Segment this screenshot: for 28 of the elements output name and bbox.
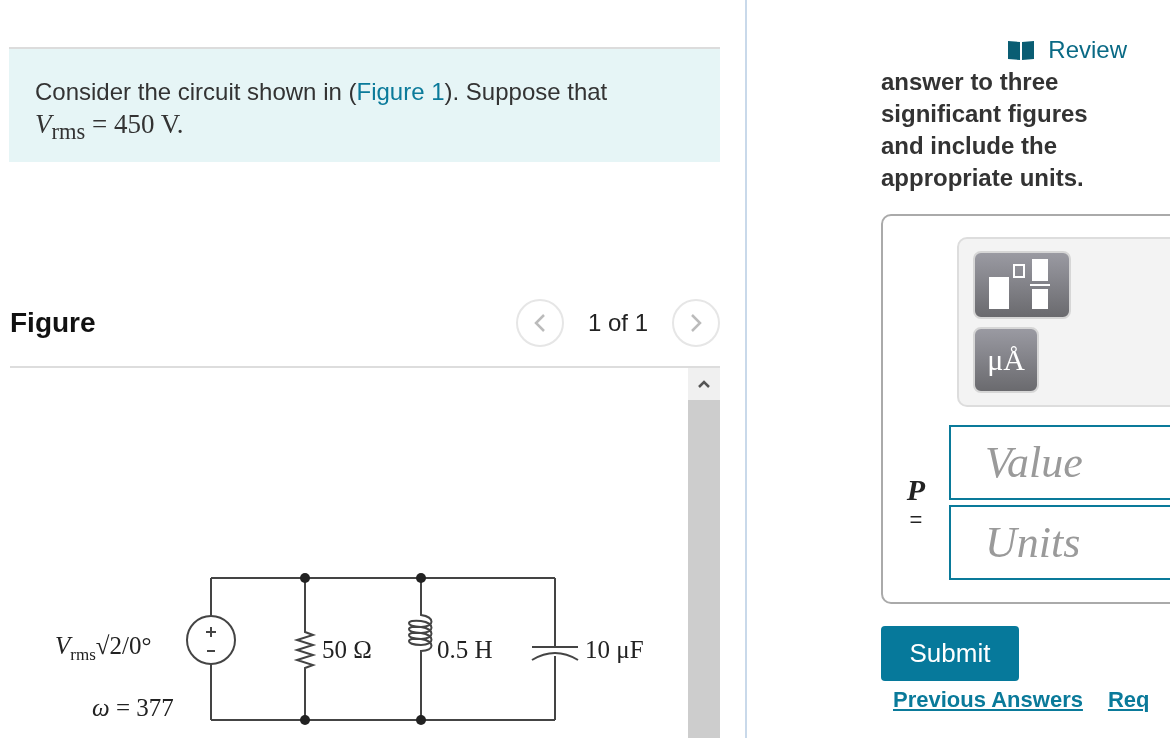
circuit-label: V$_{rms}$√2/0°: [55, 632, 152, 665]
circuit-label: 10 μF: [585, 636, 644, 664]
chevron-left-icon: [533, 313, 546, 333]
figure-link[interactable]: Figure 1: [356, 78, 445, 105]
units-field[interactable]: Units: [949, 505, 1170, 580]
figure-title: Figure: [10, 307, 97, 339]
scroll-up-button[interactable]: [688, 368, 720, 400]
scrollbar-thumb[interactable]: [688, 400, 720, 738]
caret-up-icon: [698, 380, 710, 388]
book-icon: [1008, 40, 1035, 60]
problem-text: Consider the circuit shown in (Figure 1). Suppose that V$_{rms}$ = 450 V.: [9, 47, 720, 162]
chevron-right-icon: [690, 313, 702, 333]
answer-link[interactable]: Req: [1107, 687, 1150, 713]
variable-label: P: [906, 472, 926, 507]
circuit-label: ω = 377: [92, 694, 174, 722]
previous-button[interactable]: [515, 299, 564, 347]
circuit-label: 0.5 H: [437, 636, 493, 664]
template-button[interactable]: [973, 251, 1071, 319]
answer-link[interactable]: Previous Answers: [893, 687, 1083, 713]
units-button[interactable]: μÅ: [973, 327, 1039, 393]
instructions-text: answer to three significant figures and include the appropriate units.: [881, 67, 1089, 193]
equals-sign: =: [909, 506, 923, 533]
value-field[interactable]: Value: [949, 425, 1170, 500]
submit-button[interactable]: Submit: [881, 626, 1019, 681]
review-link[interactable]: Review: [1008, 36, 1127, 64]
next-button[interactable]: [672, 299, 720, 347]
page-counter: 1 of 1: [587, 309, 648, 337]
circuit-label: 50 Ω: [322, 636, 372, 664]
